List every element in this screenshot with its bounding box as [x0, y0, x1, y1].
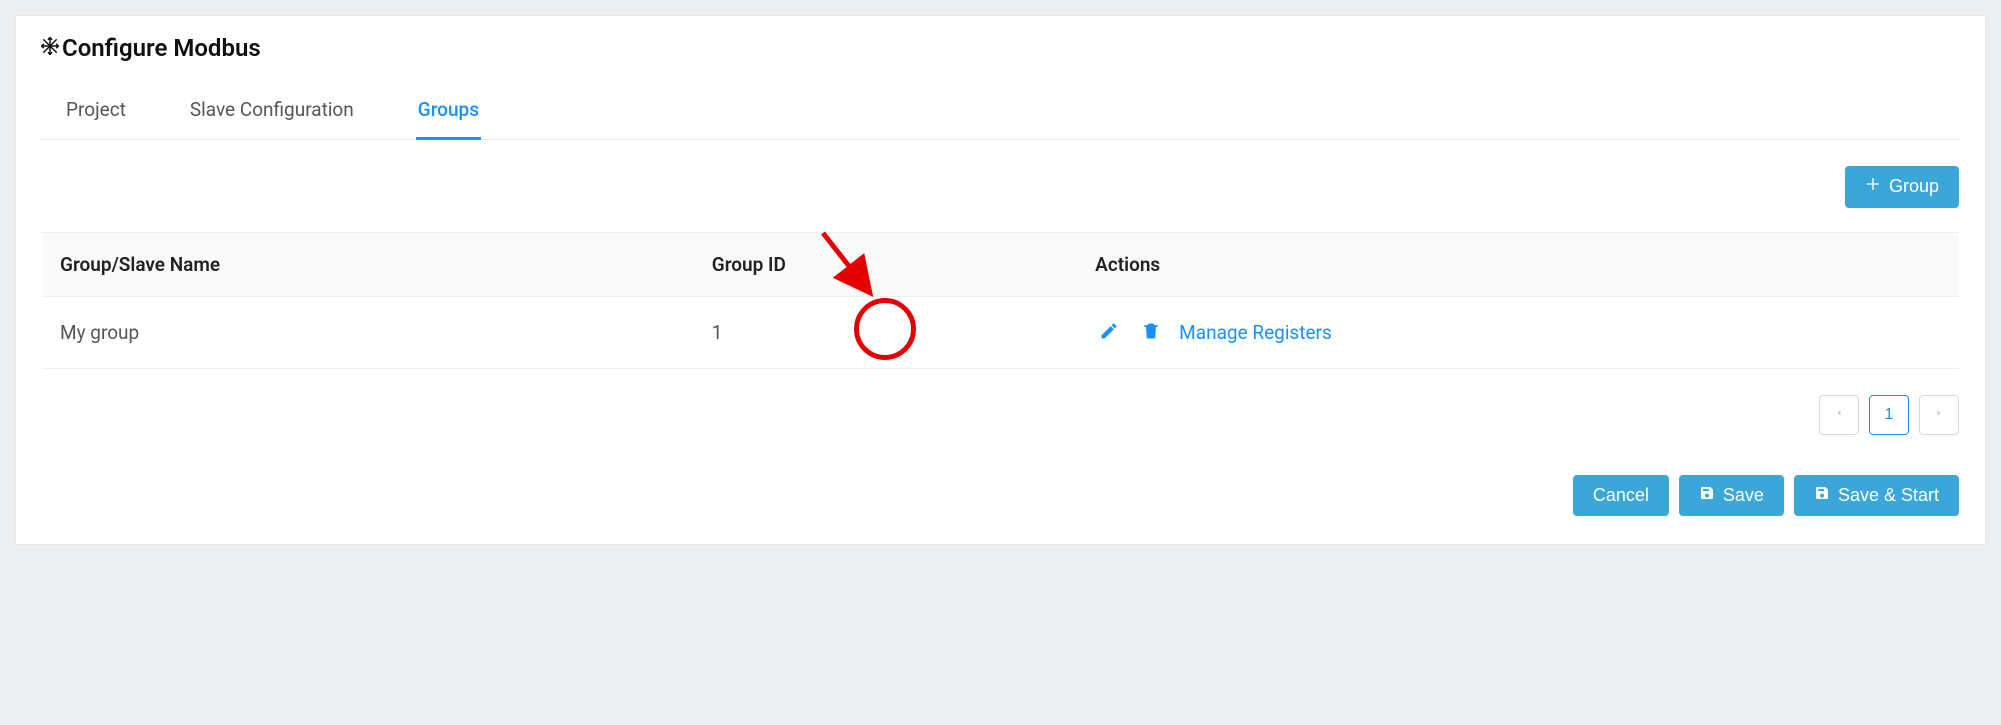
tabs: Project Slave Configuration Groups [40, 86, 1961, 140]
edit-button[interactable] [1095, 317, 1123, 348]
col-id: Group ID [694, 232, 1077, 296]
table-row: My group 1 [42, 296, 1959, 368]
pagination-prev[interactable] [1819, 395, 1859, 435]
groups-table: Group/Slave Name Group ID Actions My gro… [42, 232, 1959, 369]
pagination-page-1[interactable]: 1 [1869, 395, 1909, 435]
chevron-left-icon [1833, 406, 1845, 424]
col-actions: Actions [1077, 232, 1959, 296]
tab-slave-configuration[interactable]: Slave Configuration [188, 86, 356, 140]
cancel-button[interactable]: Cancel [1573, 475, 1669, 517]
col-name: Group/Slave Name [42, 232, 694, 296]
tab-project[interactable]: Project [64, 86, 128, 140]
cell-name: My group [42, 296, 694, 368]
pencil-icon [1099, 321, 1119, 344]
cell-id: 1 [694, 296, 1077, 368]
page-title: Configure Modbus [40, 34, 1961, 62]
pagination-next[interactable] [1919, 395, 1959, 435]
chevron-right-icon [1933, 406, 1945, 424]
page-title-text: Configure Modbus [62, 34, 261, 62]
save-icon [1699, 485, 1715, 507]
add-group-button[interactable]: Group [1845, 166, 1959, 208]
trash-icon [1141, 321, 1161, 344]
tab-groups[interactable]: Groups [416, 86, 481, 140]
pagination: 1 [42, 395, 1959, 435]
manage-registers-link[interactable]: Manage Registers [1179, 321, 1332, 344]
delete-button[interactable] [1137, 317, 1165, 348]
add-group-label: Group [1889, 176, 1939, 198]
save-label: Save [1723, 485, 1764, 507]
save-start-button[interactable]: Save & Start [1794, 475, 1959, 517]
snowflake-icon [40, 34, 60, 62]
save-start-label: Save & Start [1838, 485, 1939, 507]
save-icon [1814, 485, 1830, 507]
cancel-label: Cancel [1593, 485, 1649, 507]
save-button[interactable]: Save [1679, 475, 1784, 517]
plus-icon [1865, 176, 1881, 198]
